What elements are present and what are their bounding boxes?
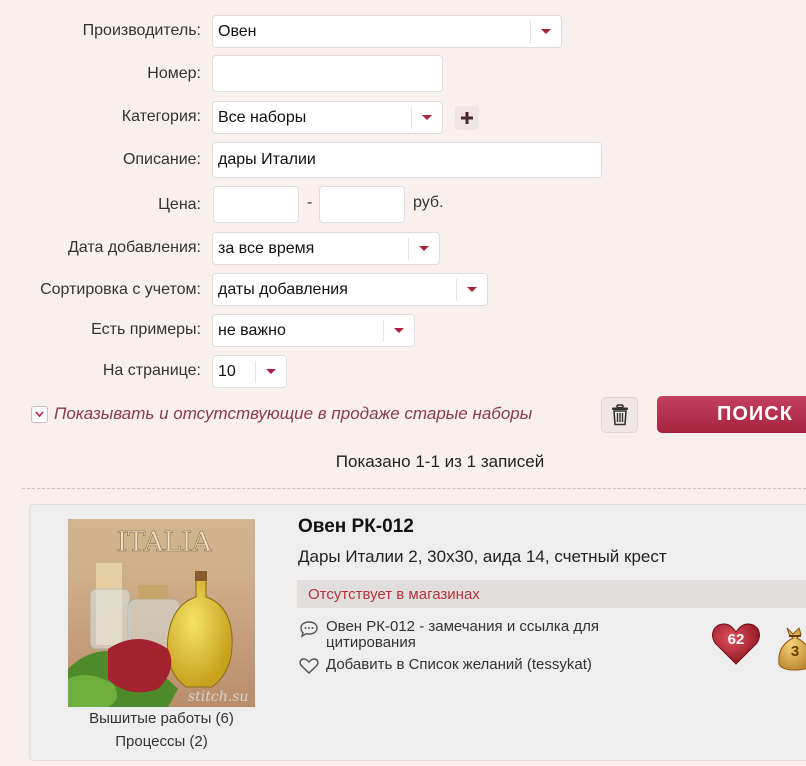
results-summary: Показано 1-1 из 1 записей <box>335 452 545 471</box>
product-description: Дары Италии 2, 30х30, аида 14, счетный к… <box>298 547 667 566</box>
search-button[interactable]: ПОИСК <box>657 396 806 433</box>
price-label: Цена: <box>158 196 201 213</box>
chevron-down-icon <box>411 106 442 129</box>
chevron-down-icon <box>408 237 439 260</box>
date-added-label: Дата добавления: <box>67 239 201 256</box>
show-old-sets-toggle[interactable]: Показывать и отсутствующие в продаже ста… <box>31 404 532 424</box>
date-added-value: за все время <box>218 239 315 257</box>
number-input[interactable] <box>212 55 443 92</box>
remarks-link-text: Овен РК-012 - замечания и ссылка для цит… <box>326 618 599 651</box>
date-added-select[interactable]: за все время <box>212 232 440 265</box>
money-bag-badge[interactable]: 3 <box>775 624 806 672</box>
remarks-link[interactable]: Овен РК-012 - замечания и ссылка для цит… <box>298 619 698 651</box>
image-title: ITALIA <box>117 527 212 558</box>
sort-select[interactable]: даты добавления <box>212 273 488 306</box>
sort-value: даты добавления <box>218 280 348 298</box>
has-examples-select[interactable]: не важно <box>212 314 415 347</box>
product-title[interactable]: Овен РК-012 <box>298 516 414 538</box>
manufacturer-value: Овен <box>218 22 257 40</box>
speech-bubble-icon <box>298 619 320 651</box>
manufacturer-select[interactable]: Овен <box>212 15 562 48</box>
product-image[interactable]: ITALIA stitch.su <box>68 519 255 707</box>
divider <box>22 488 806 489</box>
description-label: Описание: <box>122 151 201 168</box>
sort-label: Сортировка с учетом: <box>40 281 201 298</box>
category-label: Категория: <box>121 108 201 125</box>
trash-icon <box>611 404 628 426</box>
plus-icon <box>461 112 473 124</box>
description-input[interactable]: дары Италии <box>212 142 602 178</box>
manufacturer-label: Производитель: <box>82 22 201 39</box>
per-page-label: На странице: <box>102 362 201 379</box>
price-dash: - <box>307 194 313 211</box>
description-value: дары Италии <box>218 151 316 168</box>
category-select[interactable]: Все наборы <box>212 101 443 134</box>
bag-count: 3 <box>790 643 800 660</box>
per-page-select[interactable]: 10 <box>212 355 287 388</box>
price-to-input[interactable] <box>319 186 405 223</box>
embroidered-works-link[interactable]: Вышитые работы (6) <box>40 710 283 727</box>
chevron-down-icon <box>255 360 286 383</box>
number-label: Номер: <box>147 65 201 82</box>
price-from-input[interactable] <box>213 186 299 223</box>
has-examples-label: Есть примеры: <box>91 321 201 338</box>
show-old-sets-label: Показывать и отсутствующие в продаже ста… <box>54 404 533 423</box>
chevron-down-icon <box>31 405 48 423</box>
heart-outline-icon <box>298 656 320 675</box>
chevron-down-icon <box>383 319 414 342</box>
add-to-wishlist-text: Добавить в Список желаний (tessykat) <box>326 656 592 673</box>
clear-filters-button[interactable] <box>601 397 638 433</box>
chevron-down-icon <box>530 20 561 43</box>
processes-link[interactable]: Процессы (2) <box>40 733 283 750</box>
likes-heart-badge[interactable]: 62 <box>711 622 761 666</box>
likes-count: 62 <box>727 631 745 648</box>
category-value: Все наборы <box>218 108 307 126</box>
price-currency: руб. <box>413 194 444 211</box>
add-to-wishlist-link[interactable]: Добавить в Список желаний (tessykat) <box>298 656 592 675</box>
chevron-down-icon <box>456 278 487 301</box>
add-category-button[interactable] <box>455 106 479 130</box>
image-watermark: stitch.su <box>188 689 248 705</box>
availability-status: Отсутствует в магазинах <box>297 580 806 608</box>
